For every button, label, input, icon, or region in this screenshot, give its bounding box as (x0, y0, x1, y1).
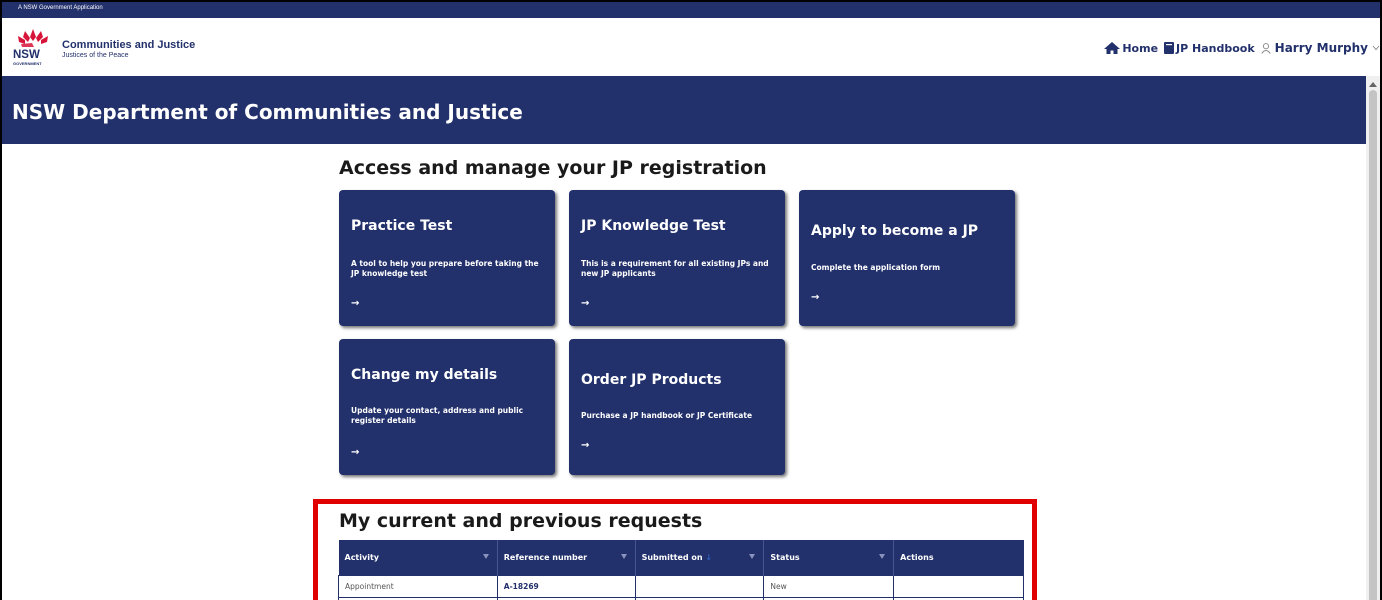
tile-practice-test[interactable]: Practice Test A tool to help you prepare… (339, 190, 555, 326)
column-header-actions: Actions (893, 540, 1024, 575)
tile-change-my-details[interactable]: Change my details Update your contact, a… (339, 339, 555, 475)
filter-icon[interactable] (879, 554, 886, 559)
site-header: NSW GOVERNMENT Communities and Justice J… (2, 18, 1380, 76)
svg-text:GOVERNMENT: GOVERNMENT (13, 61, 42, 66)
tile-description: Update your contact, address and public … (351, 406, 524, 425)
tile-description: This is a requirement for all existing J… (581, 259, 769, 278)
cell-activity: Appointment (338, 574, 498, 598)
vertical-scrollbar[interactable] (1366, 76, 1380, 600)
filter-icon[interactable] (482, 554, 489, 559)
user-icon (1260, 42, 1271, 54)
cell-submitted-on (634, 574, 765, 598)
top-nav: Home JP Handbook Harry Murphy (1104, 41, 1380, 55)
cell-status: New (763, 574, 895, 598)
tile-title: JP Knowledge Test (581, 218, 726, 234)
arrow-right-icon: → (811, 292, 820, 303)
user-name: Harry Murphy (1274, 41, 1368, 55)
column-header-submitted-on[interactable]: Submitted on ↓ (635, 540, 765, 575)
home-link[interactable]: Home (1104, 42, 1158, 55)
tile-description: Complete the application form (811, 263, 941, 272)
book-icon (1164, 42, 1175, 54)
column-header-activity[interactable]: Activity (338, 540, 498, 575)
home-icon (1104, 42, 1121, 54)
sort-arrow-icon: ↓ (705, 552, 713, 562)
arrow-right-icon: → (351, 298, 360, 309)
section-title: Access and manage your JP registration (339, 157, 767, 179)
jp-handbook-label: JP Handbook (1176, 41, 1255, 55)
brand-subtitle: Justices of the Peace (62, 52, 129, 59)
home-label: Home (1122, 41, 1159, 55)
tile-order-jp-products[interactable]: Order JP Products Purchase a JP handbook… (569, 339, 785, 475)
tile-title: Order JP Products (581, 372, 722, 388)
brand: Communities and Justice Justices of the … (62, 39, 195, 59)
filter-icon[interactable] (620, 554, 627, 559)
requests-title: My current and previous requests (339, 510, 703, 532)
waratah-icon: NSW GOVERNMENT (13, 29, 48, 66)
requests-table: Activity Reference number Submitted on ↓… (338, 540, 1024, 600)
column-header-reference-number[interactable]: Reference number (497, 540, 636, 575)
scroll-thumb[interactable] (1369, 90, 1377, 600)
tile-apply-to-become-jp[interactable]: Apply to become a JP Complete the applic… (799, 190, 1015, 326)
filter-icon[interactable] (749, 554, 756, 559)
app-frame: A NSW Government Application NSW GOVERNM… (0, 0, 1382, 600)
table-row: Appointment A-18269 New (338, 574, 1024, 598)
tile-description: Purchase a JP handbook or JP Certificate (581, 411, 753, 420)
tile-title: Practice Test (351, 218, 453, 234)
jp-handbook-link[interactable]: JP Handbook (1164, 42, 1255, 55)
tile-title: Change my details (351, 367, 498, 383)
page-banner: NSW Department of Communities and Justic… (2, 76, 1366, 144)
chevron-down-icon (1372, 45, 1380, 51)
cell-actions[interactable] (893, 574, 1024, 598)
page-title: NSW Department of Communities and Justic… (12, 100, 523, 124)
column-header-status[interactable]: Status (763, 540, 895, 575)
tile-jp-knowledge-test[interactable]: JP Knowledge Test This is a requirement … (569, 190, 785, 326)
government-strip: A NSW Government Application (2, 2, 1380, 18)
arrow-right-icon: → (351, 447, 360, 458)
tile-title: Apply to become a JP (811, 223, 979, 239)
cell-reference: A-18269 (496, 574, 636, 598)
arrow-right-icon: → (581, 298, 590, 309)
nsw-logo[interactable]: NSW GOVERNMENT (12, 27, 54, 67)
user-menu[interactable]: Harry Murphy (1260, 41, 1380, 55)
scroll-up-arrow-icon[interactable] (1369, 82, 1377, 87)
reference-link[interactable]: A-18269 (504, 582, 539, 591)
brand-title: Communities and Justice (62, 39, 196, 51)
svg-text:NSW: NSW (13, 49, 40, 61)
tile-description: A tool to help you prepare before taking… (351, 259, 539, 278)
table-header-row: Activity Reference number Submitted on ↓… (338, 540, 1024, 575)
arrow-right-icon: → (581, 440, 590, 451)
